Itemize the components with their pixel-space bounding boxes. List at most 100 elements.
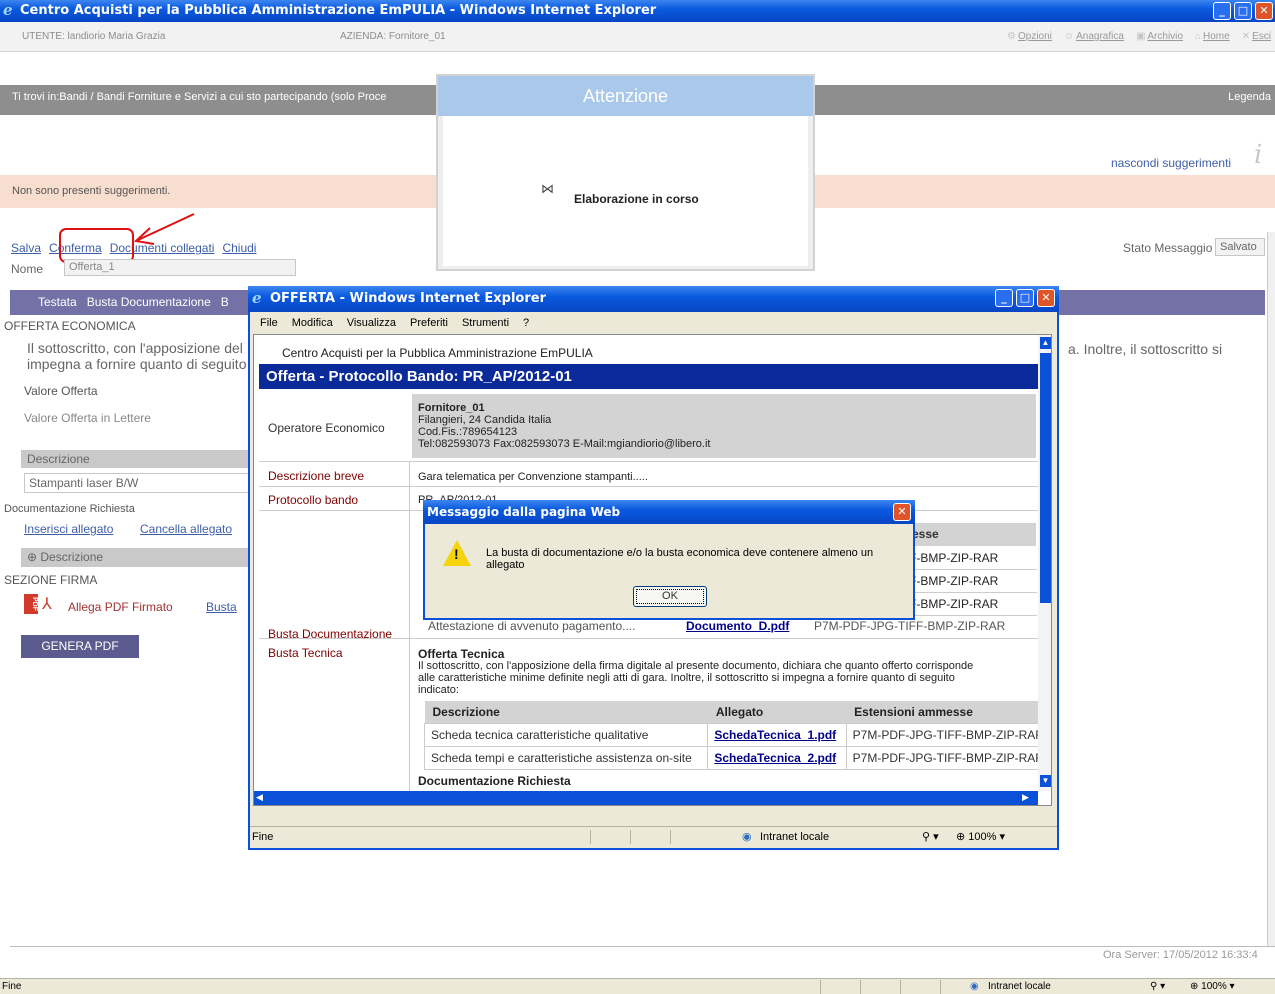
scroll-up-icon[interactable]: ▲ xyxy=(1040,337,1051,349)
save-link[interactable]: Salva xyxy=(11,241,41,255)
tech-required-docs: Documentazione Richiesta xyxy=(418,774,571,788)
nav-home[interactable]: ⌂ Home xyxy=(1195,22,1230,52)
tech-envelope-label: Busta Tecnica xyxy=(268,646,343,660)
insert-attachment-link[interactable]: Inserisci allegato xyxy=(24,522,113,536)
operator-fiscal-code: Cod.Fis.:789654123 xyxy=(418,426,518,438)
doc-row-4-file[interactable]: Documento_D.pdf xyxy=(686,620,789,632)
attach-signed-pdf-label[interactable]: Allega PDF Firmato xyxy=(68,600,173,614)
offer-minimize-button[interactable]: _ xyxy=(995,289,1013,307)
row-divider xyxy=(259,461,1039,462)
main-status-bar: Fine ◉ Intranet locale ⚲ ▾ ⊕ 100% ▾ xyxy=(0,978,1275,994)
short-description-label: Descrizione breve xyxy=(268,469,365,483)
delete-attachment-link[interactable]: Cancella allegato xyxy=(140,522,232,536)
intro-text-line-1: Il sottoscritto, con l'apposizione del xyxy=(27,340,243,356)
offer-maximize-button[interactable]: □ xyxy=(1016,289,1034,307)
top-nav: ⚙ Opzioni ☺ Anagrafica ▣ Archivio ⌂ Home ✕ Es… xyxy=(1007,22,1271,52)
tech-row-1-file[interactable]: SchedaTecnica_1.pdf xyxy=(707,722,847,747)
offer-horizontal-scrollbar[interactable]: ◀ ▶ xyxy=(254,791,1038,805)
tech-col-attachment: Allegato xyxy=(707,701,847,723)
breadcrumb-text: Ti trovi in:Bandi / Bandi Forniture e Se… xyxy=(12,91,387,103)
required-docs-label: Documentazione Richiesta xyxy=(4,503,135,515)
row-divider xyxy=(259,638,1039,639)
offer-scroll-thumb[interactable] xyxy=(1040,353,1051,603)
tech-row-2-file[interactable]: SchedaTecnica_2.pdf xyxy=(707,745,847,770)
name-label: Nome xyxy=(11,262,44,276)
tab-documentation-envelope[interactable]: Busta Documentazione xyxy=(87,290,211,315)
row-divider xyxy=(259,486,1039,487)
scroll-right-icon[interactable]: ▶ xyxy=(1022,792,1029,803)
operator-address: Filangieri, 24 Candida Italia xyxy=(418,414,552,426)
acrobat-icon: ⅄ xyxy=(42,596,52,613)
generate-pdf-button[interactable]: GENERA PDF xyxy=(21,635,139,658)
user-bar: UTENTE: landiorio Maria Grazia AZIENDA: … xyxy=(0,22,1275,52)
gear-icon: ⚙ xyxy=(1007,31,1016,42)
tech-row-2-description: Scheda tempi e caratteristiche assistenz… xyxy=(423,745,709,770)
busta-link[interactable]: Busta xyxy=(206,600,237,614)
scroll-down-icon[interactable]: ▼ xyxy=(1040,775,1051,787)
tech-text-line-1: Il sottoscritto, con l'apposizione della… xyxy=(418,660,974,672)
archive-icon: ▣ xyxy=(1135,31,1146,42)
economic-offer-title: OFFERTA ECONOMICA xyxy=(4,319,136,333)
main-window-title: Centro Acquisti per la Pubblica Amminist… xyxy=(20,3,657,18)
zoom-icon: ⊕ xyxy=(1190,981,1199,992)
minimize-button[interactable]: _ xyxy=(1213,2,1231,20)
main-zoom[interactable]: ⊕ 100% ▾ xyxy=(1190,979,1235,994)
menu-tools[interactable]: Strumenti xyxy=(462,312,509,334)
nav-options[interactable]: ⚙ Opzioni xyxy=(1007,22,1052,52)
company-label: AZIENDA: Fornitore_01 xyxy=(340,31,446,42)
table-row: Scheda tempi e caratteristiche assistenz… xyxy=(423,745,1051,770)
footer-divider xyxy=(10,946,1275,947)
tech-text-line-2: alle caratteristiche minime definite neg… xyxy=(418,672,955,684)
legend-link[interactable]: Legenda xyxy=(1228,85,1271,109)
doc-row-4-extensions: P7M-PDF-JPG-TIFF-BMP-ZIP-RAR xyxy=(814,619,1006,633)
status-separator xyxy=(860,980,861,994)
attention-title: Attenzione xyxy=(438,76,813,116)
menu-help[interactable]: ? xyxy=(523,312,529,334)
nav-exit[interactable]: ✕ Esci xyxy=(1242,22,1271,52)
tab-partial[interactable]: B xyxy=(221,290,229,315)
maximize-button[interactable]: □ xyxy=(1234,2,1252,20)
menu-edit[interactable]: Modifica xyxy=(292,312,333,334)
main-zone-text: Intranet locale xyxy=(988,981,1051,992)
offer-value-words-label: Valore Offerta in Lettere xyxy=(24,411,151,425)
nav-registry[interactable]: ☺ Anagrafica xyxy=(1064,22,1124,52)
doc-row-3-extensions: F-BMP-ZIP-RAR xyxy=(909,597,999,611)
protected-mode-icon[interactable]: ⚲ ▾ xyxy=(1150,979,1165,994)
web-message-dialog: Messaggio dalla pagina Web ✕ ! La busta … xyxy=(423,500,915,620)
sort-icon: ⊕ xyxy=(27,550,41,564)
nav-archive[interactable]: ▣ Archivio xyxy=(1136,22,1183,52)
offer-zoom[interactable]: ⊕ 100% ▾ xyxy=(956,827,1005,847)
doc-row-2-extensions: F-BMP-ZIP-RAR xyxy=(909,574,999,588)
close-window-button[interactable]: ✕ xyxy=(1255,2,1273,20)
no-suggestions-text: Non sono presenti suggerimenti. xyxy=(12,185,171,197)
info-icon: i xyxy=(1254,140,1263,170)
offer-close-button[interactable]: ✕ xyxy=(1037,289,1055,307)
name-input[interactable]: Offerta_1 xyxy=(64,259,296,276)
message-status-value: Salvato xyxy=(1215,238,1265,256)
doc-row-4-description: Attestazione di avvenuto pagamento.... xyxy=(428,619,636,633)
hide-suggestions-link[interactable]: nascondi suggerimenti xyxy=(1111,156,1231,170)
menu-file[interactable]: File xyxy=(260,312,278,334)
message-title: Messaggio dalla pagina Web xyxy=(427,505,621,519)
menu-favorites[interactable]: Preferiti xyxy=(410,312,448,334)
offer-zone-text: Intranet locale xyxy=(760,831,830,843)
hourglass-icon: ⋈ xyxy=(541,181,554,196)
tech-table-header: Descrizione Allegato Estensioni ammesse xyxy=(424,701,1051,723)
offer-window-titlebar: e OFFERTA - Windows Internet Explorer _ … xyxy=(248,286,1059,312)
protected-mode-icon[interactable]: ⚲ ▾ xyxy=(922,827,939,847)
status-separator xyxy=(670,830,671,844)
server-time: Ora Server: 17/05/2012 16:33:4 xyxy=(1103,949,1258,961)
description-input[interactable]: Stampanti laser B/W xyxy=(24,473,249,493)
message-close-button[interactable]: ✕ xyxy=(893,503,911,521)
menu-view[interactable]: Visualizza xyxy=(347,312,396,334)
main-vertical-scrollbar[interactable] xyxy=(1267,232,1275,946)
ok-button[interactable]: OK xyxy=(633,586,707,607)
table-row: Scheda tecnica caratteristiche qualitati… xyxy=(423,722,1051,747)
tech-row-1-extensions: P7M-PDF-JPG-TIFF-BMP-ZIP-RAR xyxy=(845,722,1051,747)
offer-vertical-scrollbar[interactable]: ▲ ▼ xyxy=(1038,335,1051,791)
tab-header[interactable]: Testata xyxy=(38,290,77,315)
description-column-header: ⊕ Descrizione xyxy=(21,548,249,567)
warning-icon: ! xyxy=(443,540,471,566)
close-link[interactable]: Chiudi xyxy=(222,241,256,255)
scroll-left-icon[interactable]: ◀ xyxy=(256,792,263,803)
